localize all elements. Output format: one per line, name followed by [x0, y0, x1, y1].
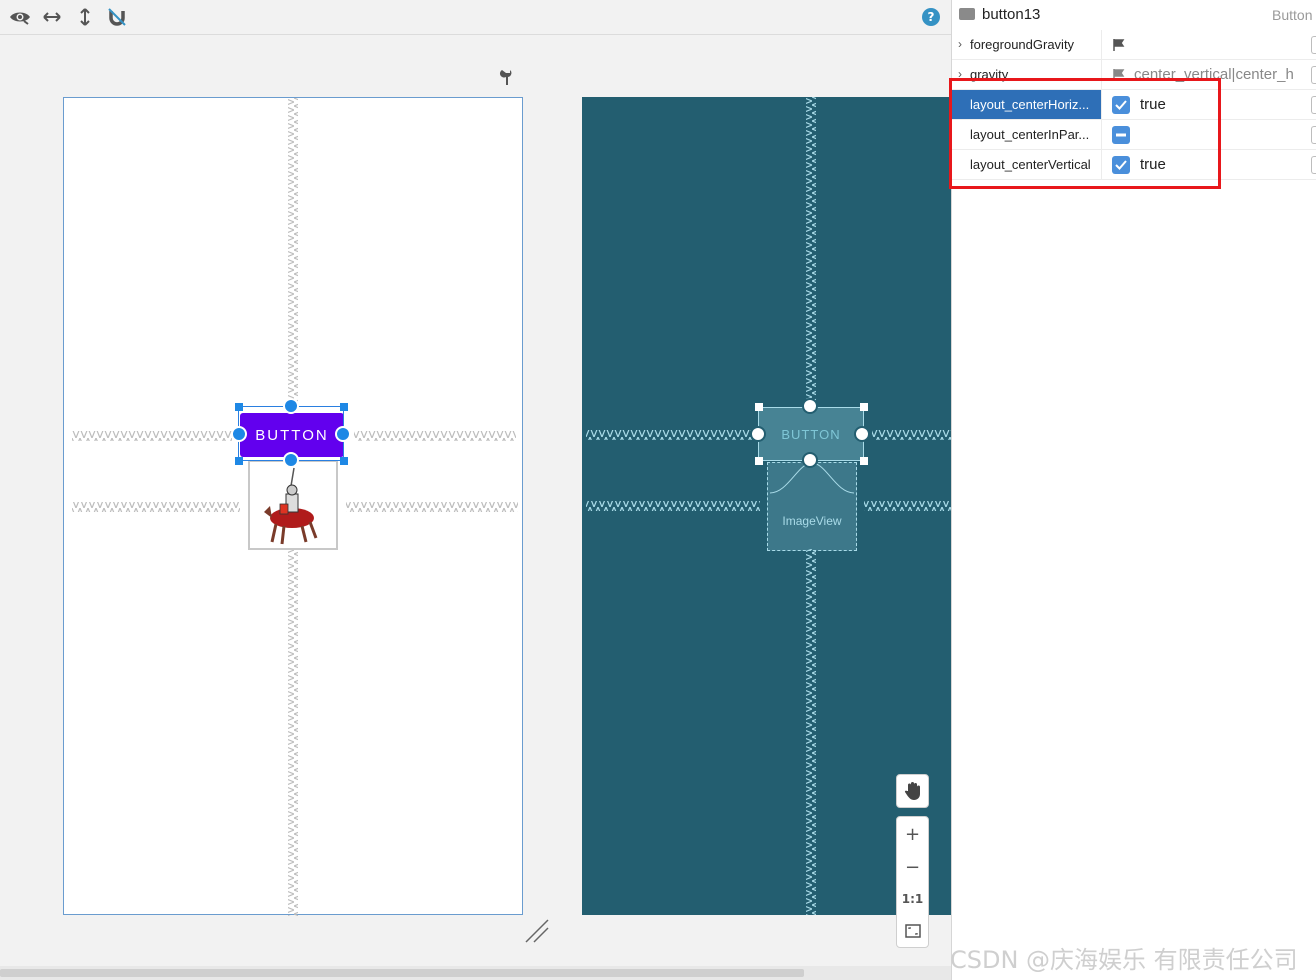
resize-handle-top-right[interactable]: [340, 403, 348, 411]
bp-constraint-anchor-bottom[interactable]: [802, 452, 818, 468]
row-edge: [1311, 156, 1316, 174]
actual-size-button[interactable]: 1:1: [897, 883, 928, 915]
imageview-knight[interactable]: [248, 460, 338, 550]
eye-icon[interactable]: [9, 6, 31, 28]
bp-constraint-anchor-start[interactable]: [750, 426, 766, 442]
resize-handle-bottom-left[interactable]: [235, 457, 243, 465]
scrollbar-thumb[interactable]: [0, 969, 804, 977]
resize-handle-bottom-right[interactable]: [340, 457, 348, 465]
pan-hand-button[interactable]: [896, 774, 929, 808]
bp-constraint-anchor-top[interactable]: [802, 398, 818, 414]
canvas-horizontal-scrollbar[interactable]: [0, 966, 951, 980]
zoom-controls: + − 1:1: [896, 816, 929, 948]
layout-editor: ? BUTTON ImageView BUTTON + − 1:1 button…: [0, 0, 1316, 980]
attr-name: foregroundGravity: [952, 30, 1102, 59]
resize-handle-icon[interactable]: [524, 918, 550, 949]
horizontal-arrows-icon[interactable]: [41, 6, 63, 28]
zoom-out-button[interactable]: −: [897, 851, 928, 883]
imageview-placeholder-icon: [769, 463, 855, 494]
row-edge: [1311, 36, 1316, 54]
row-edge: [1311, 96, 1316, 114]
bp-resize-handle-bottom-right[interactable]: [860, 457, 868, 465]
constraint-anchor-end[interactable]: [335, 426, 351, 442]
vertical-arrows-icon[interactable]: [74, 6, 96, 28]
bp-resize-handle-top-left[interactable]: [755, 403, 763, 411]
button-component-icon: [959, 8, 975, 20]
bp-constraint-anchor-end[interactable]: [854, 426, 870, 442]
component-header: button13 Button: [952, 0, 1316, 30]
resize-handle-top-left[interactable]: [235, 403, 243, 411]
wrench-icon[interactable]: [498, 68, 514, 91]
blueprint-imageview[interactable]: ImageView: [767, 462, 857, 551]
attr-row-foregroundgravity[interactable]: › foregroundGravity: [952, 30, 1316, 60]
imageview-label: ImageView: [782, 513, 842, 528]
constraint-anchor-bottom[interactable]: [283, 452, 299, 468]
component-type: Button: [1272, 7, 1313, 23]
constraint-anchor-top[interactable]: [283, 398, 299, 414]
attr-value[interactable]: [1112, 30, 1134, 59]
hand-icon: [904, 782, 920, 800]
highlight-annotation-box: [949, 78, 1221, 189]
bp-resize-handle-bottom-left[interactable]: [755, 457, 763, 465]
constraint-anchor-start[interactable]: [231, 426, 247, 442]
fit-screen-icon: [904, 924, 921, 938]
knight-image: [264, 467, 318, 545]
component-id: button13: [982, 6, 1041, 23]
design-toolbar: ?: [0, 0, 951, 35]
row-edge: [1311, 66, 1316, 84]
zoom-in-button[interactable]: +: [897, 818, 928, 850]
row-edge: [1311, 126, 1316, 144]
watermark-text: CSDN @庆海娱乐 有限责任公司: [950, 946, 1298, 974]
fit-screen-button[interactable]: [897, 915, 928, 947]
bp-resize-handle-top-right[interactable]: [860, 403, 868, 411]
magnet-off-icon[interactable]: [106, 6, 128, 28]
help-icon[interactable]: ?: [922, 8, 940, 26]
flag-icon[interactable]: [1112, 38, 1126, 52]
